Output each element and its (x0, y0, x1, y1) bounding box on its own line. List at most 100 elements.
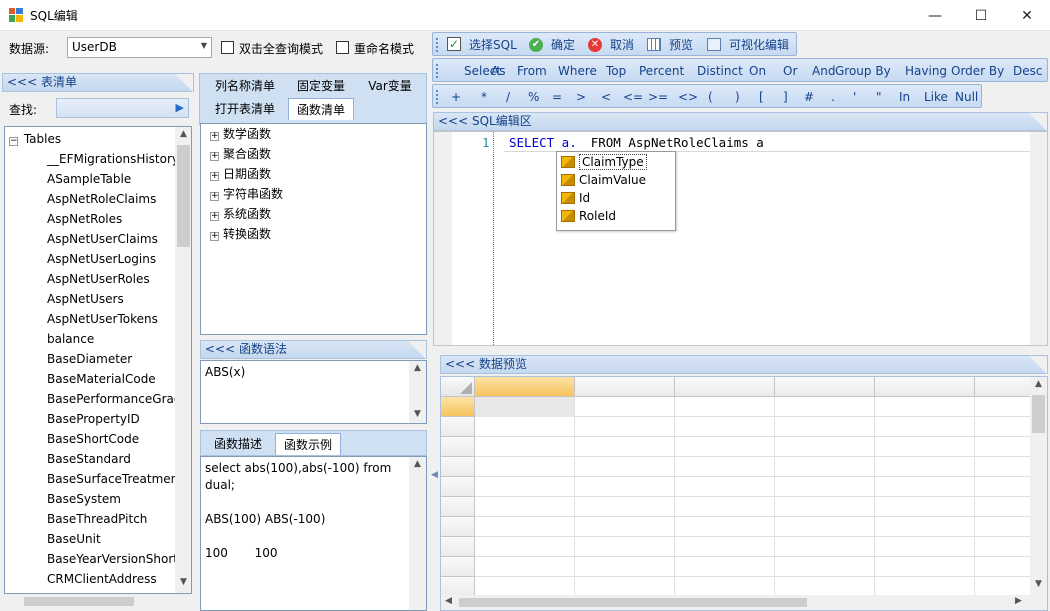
table-row[interactable] (475, 397, 1035, 417)
autocomplete-item[interactable]: ClaimValue (559, 172, 673, 190)
scroll-up-icon[interactable]: ▲ (409, 459, 426, 469)
expand-icon[interactable]: + (210, 152, 219, 161)
syntax-scrollbar[interactable]: ▲ ▼ (409, 361, 426, 423)
grid-cell[interactable] (675, 457, 775, 477)
grid-cell[interactable] (675, 577, 775, 597)
table-item[interactable]: BaseUnit (47, 529, 101, 549)
scroll-right-icon[interactable]: ▶ (1015, 596, 1022, 606)
scroll-left-icon[interactable]: ◀ (445, 596, 452, 606)
keyword-button[interactable]: From (517, 62, 547, 80)
grid-cell[interactable] (475, 497, 575, 517)
fullquery-checkbox[interactable] (221, 41, 234, 54)
toolbar-grip[interactable] (436, 90, 438, 104)
grid-cell[interactable] (475, 457, 575, 477)
grid-cell[interactable] (475, 477, 575, 497)
operator-button[interactable]: ] (783, 88, 788, 106)
grid-cell[interactable] (475, 517, 575, 537)
grid-row-header[interactable] (441, 477, 475, 497)
scroll-up-icon[interactable]: ▲ (175, 129, 191, 139)
operator-button[interactable]: " (876, 88, 882, 106)
grid-row-header[interactable] (441, 557, 475, 577)
operator-button[interactable]: Like (924, 88, 948, 106)
grid-row-header[interactable] (441, 577, 475, 597)
grid-column-header[interactable] (475, 377, 575, 397)
scroll-up-icon[interactable]: ▲ (1030, 379, 1047, 389)
table-item[interactable]: AspNetRoles (47, 209, 122, 229)
table-row[interactable] (475, 577, 1035, 597)
expand-icon[interactable]: + (210, 192, 219, 201)
tab-column-list[interactable]: 列名称清单 (206, 75, 284, 97)
function-category[interactable]: + 聚合函数 (210, 144, 271, 164)
grid-cell[interactable] (775, 457, 875, 477)
table-tree-hscroll[interactable] (4, 594, 192, 609)
grid-hscroll[interactable]: ◀ ▶ (441, 595, 1047, 610)
operator-button[interactable]: . (831, 88, 835, 106)
expand-icon[interactable]: + (210, 132, 219, 141)
grid-row-header[interactable] (441, 537, 475, 557)
table-item[interactable]: AspNetUserTokens (47, 309, 158, 329)
function-category[interactable]: + 数学函数 (210, 124, 271, 144)
maximize-button[interactable]: ☐ (958, 0, 1004, 31)
grid-cell[interactable] (675, 557, 775, 577)
table-item[interactable]: BasePropertyID (47, 409, 140, 429)
table-item[interactable]: BaseStandard (47, 449, 131, 469)
preview-button[interactable]: 预览 (669, 36, 693, 54)
table-item[interactable]: BaseDiameter (47, 349, 132, 369)
keyword-button[interactable]: And (812, 62, 835, 80)
grid-row-header[interactable] (441, 517, 475, 537)
table-row[interactable] (475, 417, 1035, 437)
grid-cell[interactable] (775, 577, 875, 597)
table-item[interactable]: ASampleTable (47, 169, 131, 189)
tree-root[interactable]: − Tables (9, 129, 61, 149)
grid-column-header[interactable] (675, 377, 775, 397)
table-item[interactable]: AspNetUserRoles (47, 269, 150, 289)
function-category[interactable]: + 系统函数 (210, 204, 271, 224)
operator-button[interactable]: In (899, 88, 910, 106)
grid-row-header[interactable] (441, 417, 475, 437)
grid-vscroll[interactable]: ▲ ▼ (1030, 377, 1047, 595)
grid-column-header[interactable] (975, 377, 1035, 397)
operator-button[interactable]: ) (735, 88, 740, 106)
grid-cell[interactable] (675, 477, 775, 497)
operator-button[interactable]: Null (955, 88, 978, 106)
find-input[interactable]: ▶ (56, 98, 189, 118)
tab-var-vars[interactable]: Var变量 (358, 75, 422, 97)
keyword-button[interactable]: Or (783, 62, 797, 80)
rename-checkbox[interactable] (336, 41, 349, 54)
grid-cell[interactable] (575, 577, 675, 597)
grid-cell[interactable] (475, 417, 575, 437)
grid-cell[interactable] (575, 477, 675, 497)
keyword-button[interactable]: Top (606, 62, 626, 80)
table-row[interactable] (475, 517, 1035, 537)
editor-scrollbar[interactable] (1030, 132, 1047, 345)
toolbar-grip[interactable] (436, 38, 438, 52)
scroll-down-icon[interactable]: ▼ (1030, 579, 1047, 589)
grid-row-header[interactable] (441, 437, 475, 457)
tab-functions[interactable]: 函数清单 (288, 98, 354, 120)
expand-icon[interactable]: + (210, 232, 219, 241)
grid-cell[interactable] (675, 417, 775, 437)
autocomplete-item[interactable]: Id (559, 190, 673, 208)
datasource-select[interactable]: UserDB ▼ (67, 37, 212, 58)
grid-cell[interactable] (675, 497, 775, 517)
sql-editor[interactable]: 1 SELECT a. FROM AspNetRoleClaims a Claim… (433, 131, 1048, 346)
table-item[interactable]: __EFMigrationsHistory (47, 149, 179, 169)
keyword-button[interactable]: Having (905, 62, 947, 80)
operator-button[interactable]: # (804, 88, 814, 106)
grid-cell[interactable] (875, 477, 975, 497)
operator-button[interactable]: * (481, 88, 487, 106)
table-item[interactable]: BaseMaterialCode (47, 369, 156, 389)
table-item[interactable]: BaseShortCode (47, 429, 139, 449)
keyword-button[interactable]: Where (558, 62, 597, 80)
grid-cell[interactable] (675, 397, 775, 417)
function-category[interactable]: + 字符串函数 (210, 184, 283, 204)
tab-fixed-vars[interactable]: 固定变量 (288, 75, 354, 97)
grid-cell[interactable] (775, 497, 875, 517)
toolbar-grip[interactable] (436, 64, 438, 78)
grid-row-header[interactable] (441, 497, 475, 517)
grid-cell[interactable] (875, 417, 975, 437)
operator-button[interactable]: ' (853, 88, 856, 106)
grid-cell[interactable] (875, 497, 975, 517)
tab-func-desc[interactable]: 函数描述 (205, 433, 271, 455)
table-item[interactable]: BaseYearVersionShort (47, 549, 178, 569)
